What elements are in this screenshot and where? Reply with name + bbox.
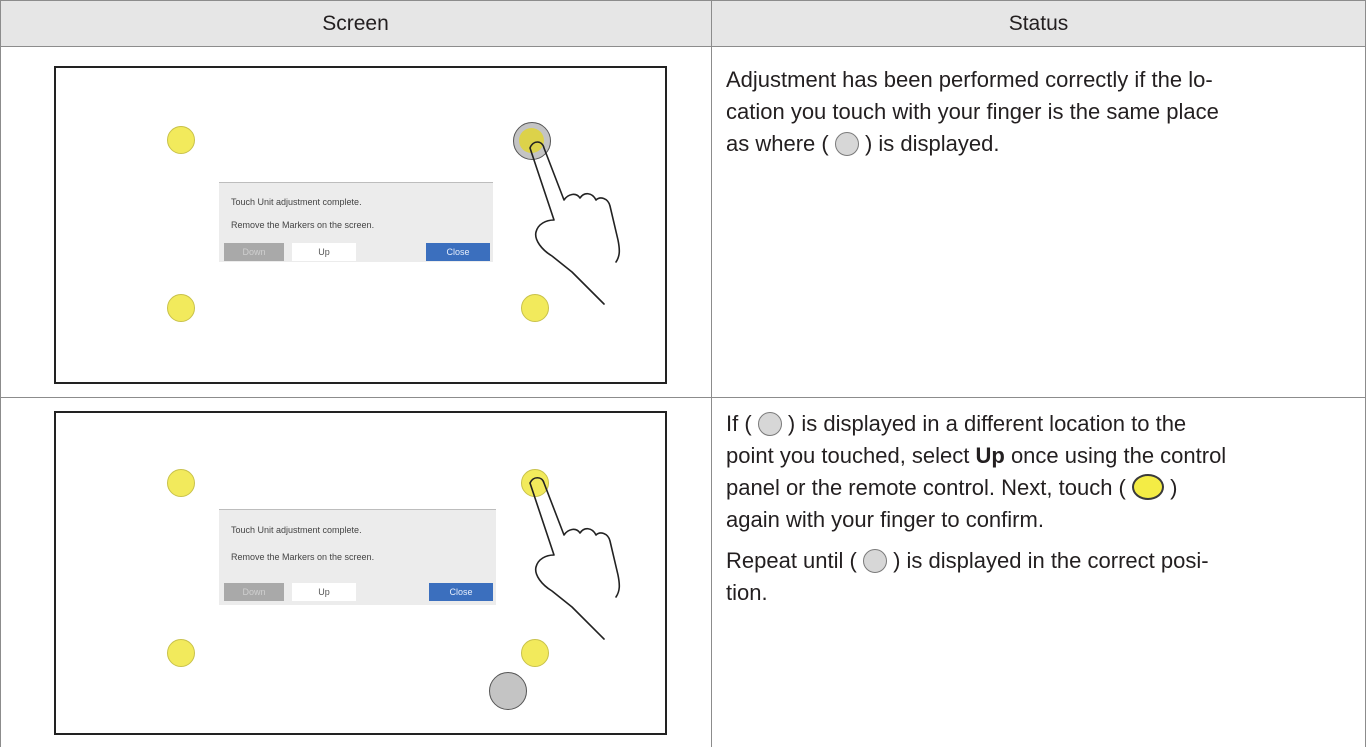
dialog-message-remove: Remove the Markers on the screen. [231,220,375,230]
marker-bottom-left [167,294,195,322]
marker-bottom-left [167,639,195,667]
adjustment-dialog: Touch Unit adjustment complete. Remove t… [219,509,496,605]
instruction-table: Screen Status Touch Unit adjustment comp… [0,0,1366,747]
status-text-1: Adjustment has been performed correctly … [726,64,1351,160]
column-divider [711,0,712,747]
yellow-circle-icon [1131,474,1164,500]
close-button[interactable]: Close [429,583,493,601]
close-button[interactable]: Close [426,243,490,261]
status-1-text-after: ) is displayed. [858,131,1000,156]
column-header-status: Status [1008,12,1069,35]
gray-circle-icon [862,549,887,573]
gray-circle-icon [834,132,859,156]
table-left-border [0,0,1,747]
dialog-message-complete: Touch Unit adjustment complete. [231,525,362,535]
dialog-message-remove: Remove the Markers on the screen. [231,552,375,562]
adjustment-dialog: Touch Unit adjustment complete. Remove t… [219,182,493,262]
up-label: Up [975,443,1005,468]
column-header-screen: Screen [322,12,389,35]
status-text-2: If ( ) is displayed in a different locat… [726,408,1351,609]
status-paragraph-3: Repeat until ( ) is displayed in the cor… [726,545,1351,609]
screen-illustration-1: Touch Unit adjustment complete. Remove t… [54,66,667,384]
marker-top-left [167,126,195,154]
marker-top-left [167,469,195,497]
up-button[interactable]: Up [292,243,356,261]
status-3a-text: Repeat until ( [726,548,863,573]
status-paragraph-2: If ( ) is displayed in a different locat… [726,408,1351,536]
up-button[interactable]: Up [292,583,356,601]
row-divider [0,397,1366,398]
down-button[interactable]: Down [224,243,284,261]
touch-point-marker [489,672,527,710]
status-2a-text: If ( [726,411,758,436]
dialog-message-complete: Touch Unit adjustment complete. [231,197,362,207]
pointing-hand-icon [529,141,621,305]
screen-illustration-2: Touch Unit adjustment complete. Remove t… [54,411,667,735]
down-button[interactable]: Down [224,583,284,601]
status-paragraph-1: Adjustment has been performed correctly … [726,64,1351,160]
pointing-hand-icon [529,476,621,640]
gray-circle-icon [757,412,782,436]
table-header-row: Screen Status [0,0,1366,47]
